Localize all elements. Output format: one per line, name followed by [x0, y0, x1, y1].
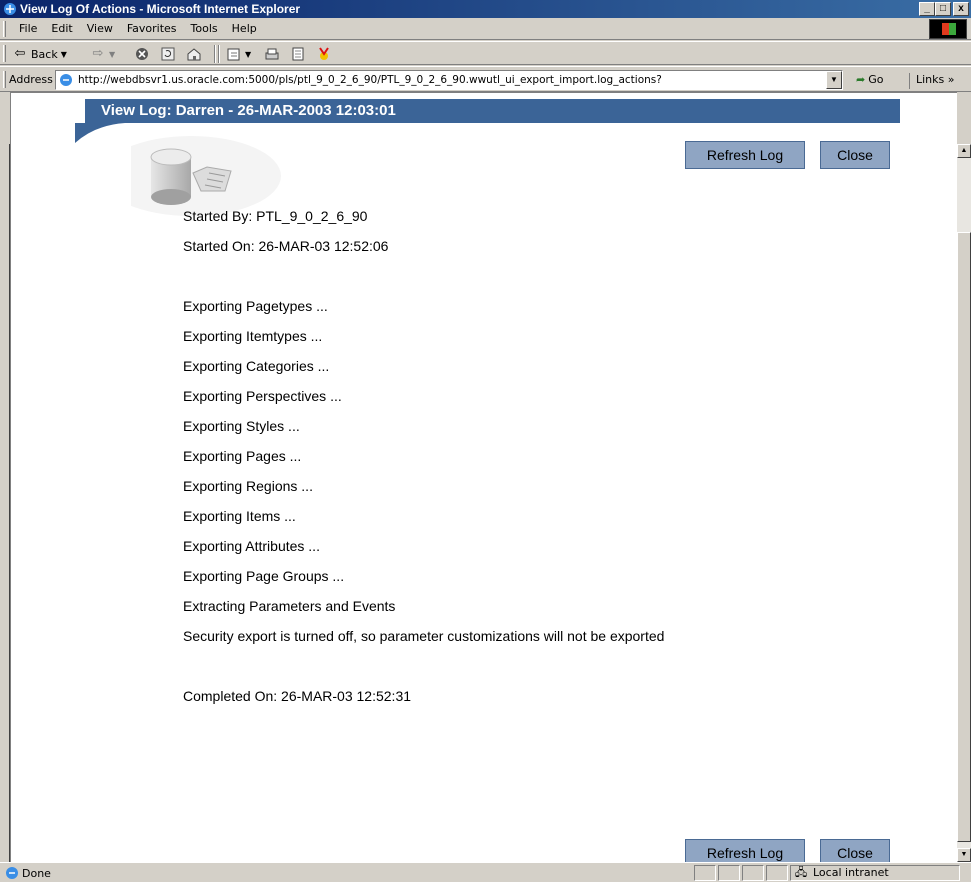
stop-button[interactable]	[134, 45, 150, 63]
page-icon	[292, 47, 304, 61]
refresh-log-button-top[interactable]: Refresh Log	[685, 141, 805, 169]
menu-help[interactable]: Help	[225, 22, 264, 35]
links-button[interactable]: Links »	[909, 73, 954, 89]
forward-button[interactable]: ⇨ ▼	[90, 45, 116, 63]
log-content: Started By: PTL_9_0_2_6_90 Started On: 2…	[183, 201, 664, 711]
scroll-down-button[interactable]: ▼	[957, 848, 971, 862]
content-left-border	[0, 144, 10, 862]
ie-icon	[4, 3, 16, 15]
log-line: Exporting Perspectives ...	[183, 388, 342, 404]
home-icon	[187, 48, 201, 61]
chevron-down-icon: ▼	[60, 49, 67, 59]
address-label: Address	[9, 73, 53, 86]
menu-file[interactable]: File	[12, 22, 44, 35]
status-text: Done	[22, 867, 51, 880]
back-label: Back	[31, 47, 58, 61]
log-line: Exporting Categories ...	[183, 358, 330, 374]
toolbar-grip[interactable]	[3, 45, 6, 62]
zone-label: Local intranet	[813, 866, 889, 879]
window-title: View Log Of Actions - Microsoft Internet…	[20, 2, 301, 16]
page-viewport: View Log: Darren - 26-MAR-2003 12:03:01 …	[10, 92, 957, 862]
log-line: Exporting Attributes ...	[183, 538, 320, 554]
stop-icon	[136, 48, 148, 60]
windows-logo-icon	[929, 19, 967, 39]
print-button[interactable]	[264, 45, 280, 63]
log-line: Exporting Regions ...	[183, 478, 313, 494]
menu-view[interactable]: View	[80, 22, 120, 35]
close-button-bottom[interactable]: Close	[820, 839, 890, 862]
chevron-down-icon: ▼	[109, 49, 116, 59]
home-button[interactable]	[186, 45, 202, 63]
chevron-down-icon: ▼	[245, 49, 252, 59]
close-button-top[interactable]: Close	[820, 141, 890, 169]
print-icon	[265, 48, 279, 60]
log-line: Exporting Page Groups ...	[183, 568, 345, 584]
page-button[interactable]	[290, 45, 306, 63]
log-line: Extracting Parameters and Events	[183, 598, 396, 614]
security-zone: 🖧 Local intranet	[790, 865, 960, 881]
menu-tools[interactable]: Tools	[184, 22, 225, 35]
forward-icon: ⇨	[92, 46, 104, 61]
status-bar: Done 🖧 Local intranet	[0, 862, 971, 882]
address-bar: Address ▼ ➦ Go Links »	[0, 66, 971, 92]
url-input[interactable]	[78, 73, 823, 87]
scroll-up-button[interactable]: ▲	[957, 144, 971, 158]
log-line: Security export is turned off, so parame…	[183, 628, 665, 644]
back-button[interactable]: ⇦ Back ▼	[12, 45, 67, 63]
address-dropdown-button[interactable]: ▼	[826, 71, 842, 89]
browser-window: View Log Of Actions - Microsoft Internet…	[0, 0, 971, 882]
minimize-button[interactable]: _	[919, 2, 935, 16]
toolbar-separator	[218, 45, 220, 63]
go-label: Go	[868, 73, 884, 86]
ie-page-icon	[60, 74, 72, 86]
messenger-button[interactable]	[316, 45, 332, 63]
go-arrow-icon: ➦	[856, 73, 866, 86]
log-line: Exporting Styles ...	[183, 418, 300, 434]
vertical-scrollbar[interactable]: ▲ ▼	[957, 144, 971, 862]
menu-favorites[interactable]: Favorites	[120, 22, 184, 35]
back-icon: ⇦	[14, 46, 26, 61]
messenger-icon	[319, 47, 329, 60]
maximize-button[interactable]: □	[935, 2, 951, 16]
refresh-log-button-bottom[interactable]: Refresh Log	[685, 839, 805, 862]
status-cell	[694, 865, 716, 881]
log-line: Exporting Pagetypes ...	[183, 298, 328, 314]
menu-edit[interactable]: Edit	[44, 22, 79, 35]
menu-bar: File Edit View Favorites Tools Help	[0, 18, 971, 40]
refresh-icon	[161, 47, 175, 61]
intranet-icon: 🖧	[794, 866, 808, 879]
toolbar-separator	[214, 45, 216, 63]
ie-page-icon	[6, 867, 18, 879]
address-field[interactable]: ▼	[55, 70, 843, 90]
status-cell	[766, 865, 788, 881]
status-cell	[742, 865, 764, 881]
log-line: Exporting Pages ...	[183, 448, 302, 464]
banner-curve	[75, 123, 125, 143]
status-cell	[718, 865, 740, 881]
go-button[interactable]: ➦ Go	[856, 73, 883, 86]
title-bar: View Log Of Actions - Microsoft Internet…	[0, 0, 971, 18]
log-line: Exporting Items ...	[183, 508, 296, 524]
menubar-grip[interactable]	[3, 21, 6, 37]
edit-button[interactable]: ▼	[226, 45, 251, 63]
refresh-button[interactable]	[160, 45, 176, 63]
started-by: Started By: PTL_9_0_2_6_90	[183, 208, 368, 224]
addressbar-grip[interactable]	[3, 71, 6, 88]
page-banner: View Log: Darren - 26-MAR-2003 12:03:01	[85, 99, 900, 123]
started-on: Started On: 26-MAR-03 12:52:06	[183, 238, 389, 254]
page-title: View Log: Darren - 26-MAR-2003 12:03:01	[101, 102, 396, 119]
log-line: Exporting Itemtypes ...	[183, 328, 323, 344]
scroll-thumb[interactable]	[957, 232, 971, 842]
completed-on: Completed On: 26-MAR-03 12:52:31	[183, 688, 412, 704]
standard-toolbar: ⇦ Back ▼ ⇨ ▼ ▼	[0, 41, 971, 65]
close-window-button[interactable]: x	[953, 2, 969, 16]
edit-icon	[227, 48, 240, 61]
